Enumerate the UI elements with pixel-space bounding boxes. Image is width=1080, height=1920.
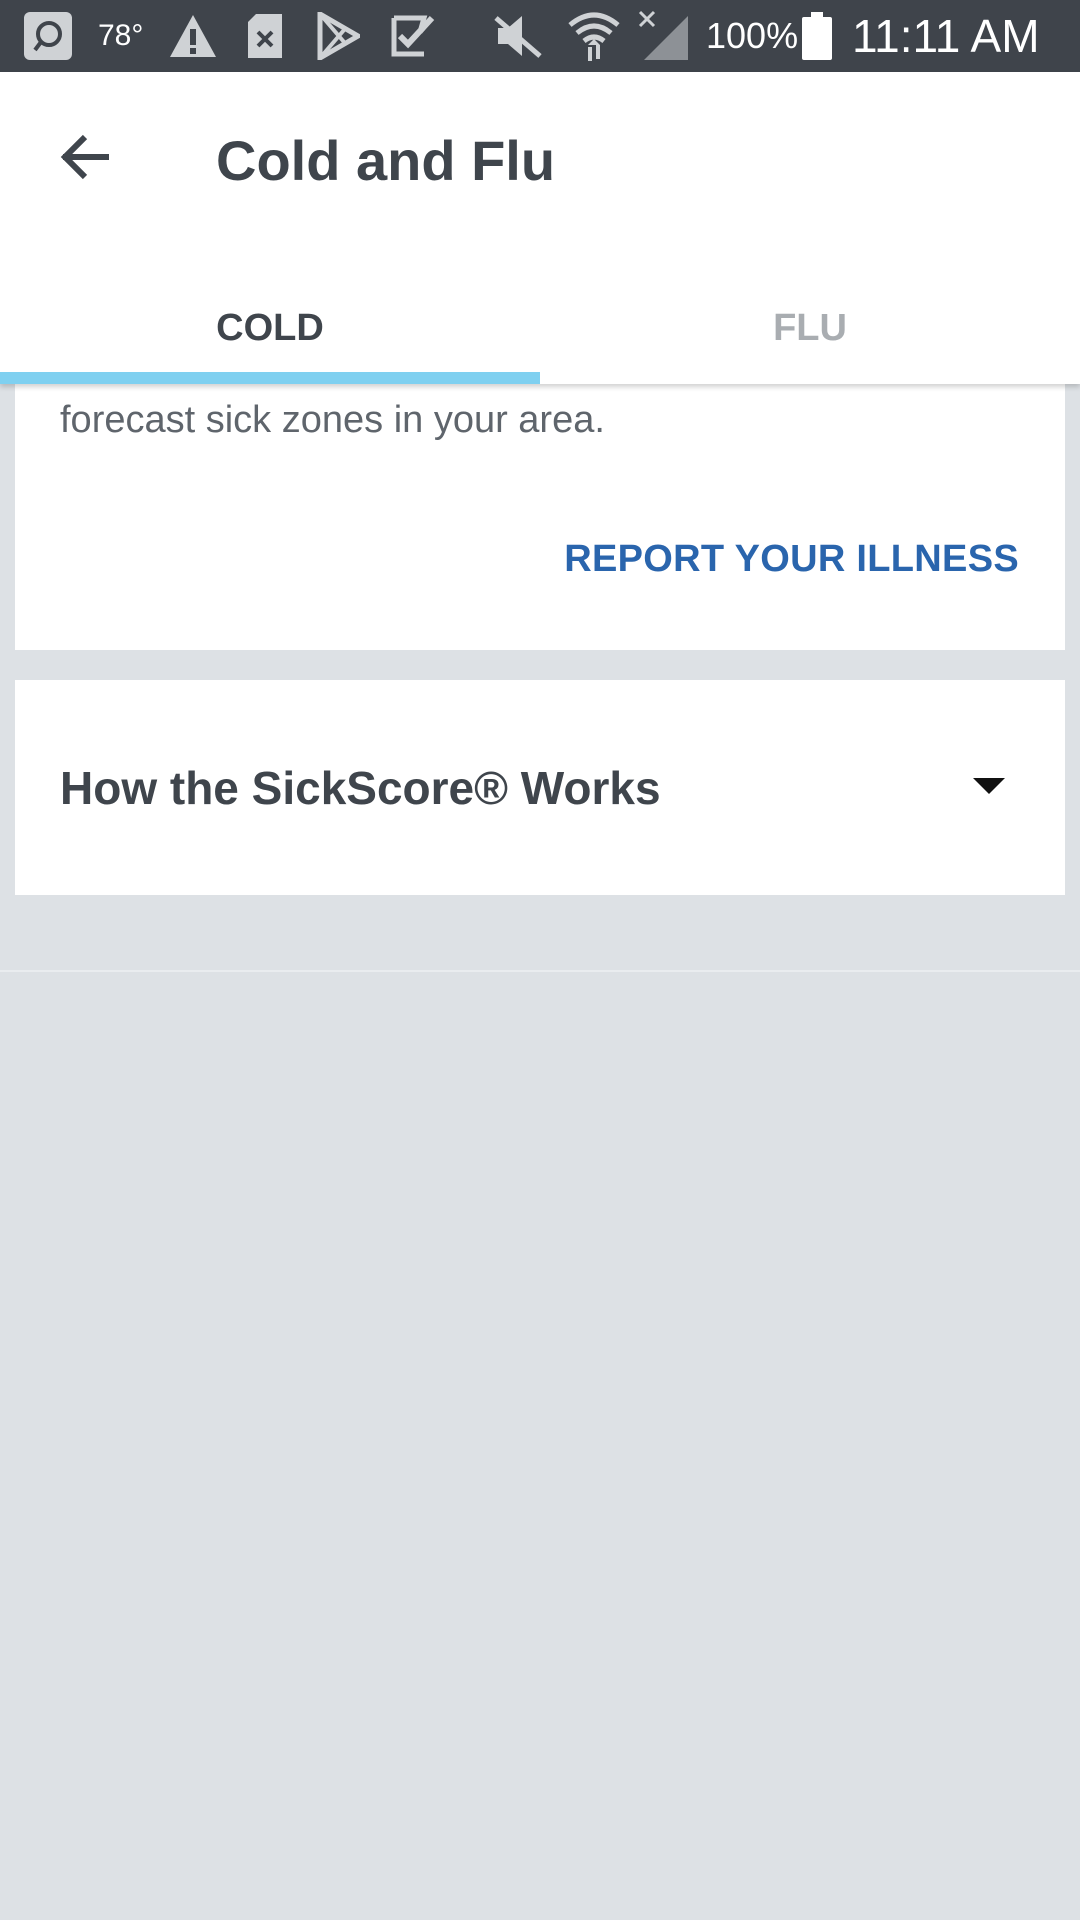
warning-icon xyxy=(168,0,218,72)
mute-icon xyxy=(492,0,544,72)
page-title: Cold and Flu xyxy=(216,129,556,192)
app-bar: Cold and Flu COLD FLU xyxy=(0,72,1080,384)
tab-cold[interactable]: COLD xyxy=(0,272,540,384)
battery-icon xyxy=(802,0,832,72)
report-illness-card: forecast sick zones in your area. REPORT… xyxy=(15,384,1065,650)
battery-percent-text: 100% xyxy=(706,15,799,56)
divider xyxy=(0,970,1080,972)
task-check-icon xyxy=(390,0,436,72)
play-store-icon xyxy=(316,0,360,72)
back-button[interactable] xyxy=(40,112,130,202)
chat-icon xyxy=(22,0,74,72)
sd-card-error-icon xyxy=(246,0,284,72)
report-illness-button[interactable]: REPORT YOUR ILLNESS xyxy=(564,524,1019,594)
tab-cold-label: COLD xyxy=(216,306,324,349)
arrow-back-icon xyxy=(60,134,109,180)
temperature-text: 78° xyxy=(98,19,144,52)
sickscore-expandable-card[interactable]: How the SickScore® Works xyxy=(15,680,1065,895)
sickscore-heading: How the SickScore® Works xyxy=(60,762,661,814)
tab-flu[interactable]: FLU xyxy=(540,272,1080,384)
clock-text: 11:11 AM xyxy=(852,10,1040,62)
no-signal-icon xyxy=(638,0,690,72)
card-description: forecast sick zones in your area. xyxy=(60,399,605,441)
dropdown-arrow-icon xyxy=(973,778,1005,794)
status-bar: 78° 100% 11:11 AM xyxy=(0,0,1080,72)
selected-tab-indicator xyxy=(0,372,540,384)
tab-flu-label: FLU xyxy=(773,306,847,349)
wifi-icon xyxy=(566,0,622,72)
